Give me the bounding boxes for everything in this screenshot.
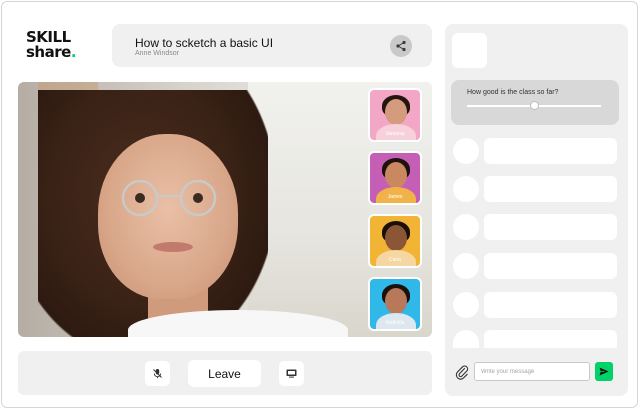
poll-question: How good is the class so far? [467,89,559,96]
participant-head [385,288,407,314]
call-controls: Leave [18,351,432,395]
class-header: How to scketch a basic UI Anne Windsor [112,24,432,67]
participant-name: Mathilda [385,320,405,326]
mic-off-icon [153,369,162,379]
class-title: How to scketch a basic UI [135,36,274,50]
share-icon [396,40,406,52]
leave-button[interactable]: Leave [188,360,261,387]
participants-list: Vanessa James Carla Mathilda [368,88,422,331]
send-icon [599,367,609,376]
chat-message [453,330,617,348]
poll-slider-thumb[interactable] [529,101,539,110]
chat-bubble [484,176,617,202]
panel-thumbnail [452,33,487,68]
screen-share-icon [286,369,297,378]
avatar [453,138,479,164]
chat-message [453,176,617,202]
avatar [453,214,479,240]
participant-head [385,225,407,251]
participant-head [385,162,407,188]
message-composer [445,354,628,396]
share-button[interactable] [390,35,412,57]
side-panel: How good is the class so far? [445,24,628,396]
chat-message [453,214,617,240]
participant-name: Carla [389,257,401,263]
avatar [453,253,479,279]
class-poll: How good is the class so far? [451,80,619,125]
main-video: Vanessa James Carla Mathilda [18,82,432,337]
participant-tile-mathilda[interactable]: Mathilda [368,277,422,331]
participant-tile-vanessa[interactable]: Vanessa [368,88,422,142]
message-input[interactable] [474,362,590,381]
mute-button[interactable] [145,361,170,386]
skillshare-logo[interactable]: SKILL share. [26,30,106,64]
participant-tile-james[interactable]: James [368,151,422,205]
participant-head [385,99,407,125]
paperclip-icon[interactable] [455,364,469,380]
chat-bubble [484,214,617,240]
chat-message [453,253,617,279]
chat-bubble [484,138,617,164]
speaker-lips [153,242,193,252]
participant-tile-carla[interactable]: Carla [368,214,422,268]
chat-message [453,138,617,164]
chat-bubble [484,330,617,348]
class-author: Anne Windsor [135,50,179,57]
chat-message [453,292,617,318]
speaker-glasses [121,180,217,217]
avatar [453,176,479,202]
bottom-strip [0,409,640,420]
screen-share-button[interactable] [279,361,304,386]
participant-name: Vanessa [385,131,405,137]
participant-name: James [387,194,403,200]
send-button[interactable] [595,362,613,381]
avatar [453,292,479,318]
logo-text-bottom: share. [26,43,77,61]
chat-bubble [484,292,617,318]
avatar [453,330,479,348]
chat-bubble [484,253,617,279]
